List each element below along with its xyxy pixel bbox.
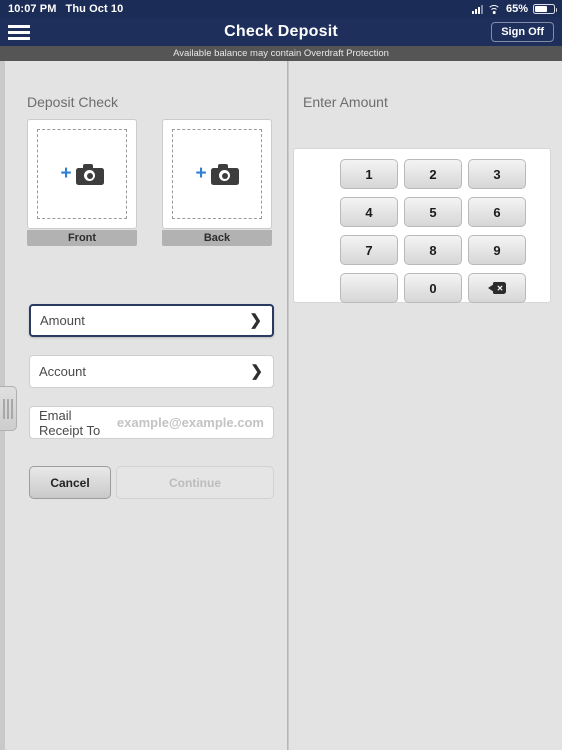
navigation-bar: Check Deposit Sign Off: [0, 18, 562, 46]
camera-icon: [210, 163, 239, 185]
page-title: Check Deposit: [224, 23, 338, 40]
keypad-key-1[interactable]: 1: [340, 159, 398, 189]
keypad-key-7[interactable]: 7: [340, 235, 398, 265]
keypad-key-2[interactable]: 2: [404, 159, 462, 189]
keypad-key-blank: [340, 273, 398, 303]
check-back-capture-button[interactable]: +: [162, 119, 272, 229]
plus-icon: +: [195, 163, 207, 184]
cellular-signal-icon: [471, 4, 483, 14]
plus-icon: +: [60, 163, 72, 184]
wifi-icon: [487, 4, 501, 14]
drag-handle-icon[interactable]: [0, 386, 17, 431]
enter-amount-panel: Enter Amount 1 2 3 4 5 6 7 8 9 0 ✕: [289, 61, 562, 750]
continue-button: Continue: [116, 466, 274, 499]
cancel-button[interactable]: Cancel: [29, 466, 111, 499]
keypad-key-9[interactable]: 9: [468, 235, 526, 265]
status-bar: 10:07 PM Thu Oct 10 65%: [0, 0, 562, 18]
status-time: 10:07 PM: [8, 3, 57, 15]
battery-percent: 65%: [505, 3, 528, 15]
overdraft-notice-bar: Available balance may contain Overdraft …: [0, 46, 562, 61]
email-receipt-placeholder: example@example.com: [116, 415, 264, 430]
keypad-key-backspace[interactable]: ✕: [468, 273, 526, 303]
amount-field-label: Amount: [40, 313, 85, 328]
camera-icon: [75, 163, 104, 185]
battery-icon: [533, 4, 557, 14]
account-field[interactable]: Account ❯: [29, 355, 274, 388]
chevron-right-icon: ❯: [250, 363, 263, 380]
keypad-key-5[interactable]: 5: [404, 197, 462, 227]
account-field-label: Account: [39, 364, 86, 379]
status-bar-left: 10:07 PM Thu Oct 10: [0, 3, 123, 15]
email-receipt-label: Email Receipt To: [39, 407, 101, 438]
keypad-key-8[interactable]: 8: [404, 235, 462, 265]
check-front-capture-button[interactable]: +: [27, 119, 137, 229]
sign-off-button[interactable]: Sign Off: [491, 22, 554, 42]
keypad-grid: 1 2 3 4 5 6 7 8 9 0 ✕: [340, 159, 526, 303]
numeric-keypad: 1 2 3 4 5 6 7 8 9 0 ✕: [293, 148, 551, 303]
keypad-key-6[interactable]: 6: [468, 197, 526, 227]
check-back-dashed-area: +: [172, 129, 262, 219]
keypad-key-4[interactable]: 4: [340, 197, 398, 227]
status-bar-right: 65%: [471, 0, 557, 18]
enter-amount-heading: Enter Amount: [303, 94, 388, 110]
check-front-label: Front: [27, 230, 137, 246]
check-front-dashed-area: +: [37, 129, 127, 219]
email-receipt-field[interactable]: Email Receipt To example@example.com: [29, 406, 274, 439]
chevron-right-icon: ❯: [249, 312, 262, 329]
content-area: Deposit Check + Front + Back Amount ❯ Ac…: [0, 61, 562, 750]
deposit-check-heading: Deposit Check: [27, 94, 119, 110]
backspace-icon: ✕: [488, 282, 506, 294]
keypad-key-3[interactable]: 3: [468, 159, 526, 189]
amount-field[interactable]: Amount ❯: [29, 304, 274, 337]
check-back-label: Back: [162, 230, 272, 246]
hamburger-menu-icon[interactable]: [8, 24, 30, 41]
deposit-check-panel: Deposit Check + Front + Back Amount ❯ Ac…: [5, 61, 288, 750]
keypad-key-0[interactable]: 0: [404, 273, 462, 303]
status-date: Thu Oct 10: [65, 3, 124, 15]
